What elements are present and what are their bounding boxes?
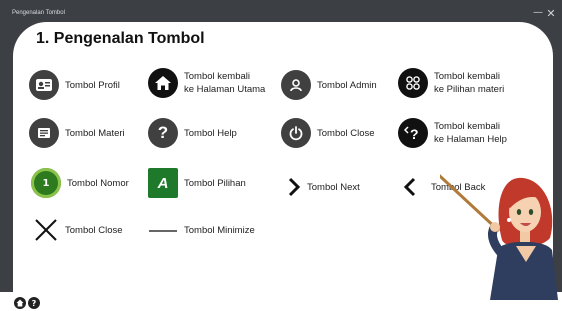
chevron-right-icon: [283, 172, 305, 202]
item-label: Tombol Materi: [65, 127, 125, 139]
page-title: 1. Pengenalan Tombol: [36, 30, 205, 47]
item-label: Tombol kembali ke Pilihan materi: [434, 71, 505, 95]
title-bar: Pengenalan Tombol — ✕: [0, 8, 562, 22]
chevron-left-icon: [399, 172, 421, 202]
admin-icon: [281, 70, 311, 100]
minimize-line-icon: [148, 225, 178, 237]
close-window-button[interactable]: ✕: [545, 8, 557, 20]
item-tombol-admin: Tombol Admin: [281, 70, 377, 100]
item-label: Tombol Admin: [317, 79, 377, 91]
item-tombol-close-power: Tombol Close: [281, 118, 375, 148]
item-label: Tombol kembali ke Halaman Utama: [184, 71, 266, 95]
item-tombol-pilihan-materi: Tombol kembali ke Pilihan materi: [398, 68, 504, 98]
teacher-illustration: [426, 150, 562, 300]
item-tombol-pilihan: A Tombol Pilihan: [148, 168, 246, 198]
bottom-nav: ?: [14, 297, 40, 309]
item-label: Tombol Nomor: [67, 177, 129, 189]
item-label: Tombol Profil: [65, 79, 120, 91]
question-icon: ?: [148, 118, 178, 148]
item-tombol-minimize: Tombol Minimize: [148, 224, 255, 237]
item-tombol-next: Tombol Next: [283, 172, 360, 202]
number-icon: 1: [31, 168, 61, 198]
item-tombol-nomor: 1 Tombol Nomor: [31, 168, 129, 198]
grid-icon: [398, 68, 428, 98]
item-tombol-profil: Tombol Profil: [29, 70, 120, 100]
item-label: Tombol Minimize: [184, 225, 255, 236]
minimize-window-button[interactable]: —: [532, 8, 544, 20]
item-tombol-materi: Tombol Materi: [29, 118, 125, 148]
item-label: Tombol Close: [65, 224, 123, 236]
close-x-icon: [33, 216, 59, 244]
item-tombol-home: Tombol kembali ke Halaman Utama: [148, 68, 265, 98]
book-icon: [29, 118, 59, 148]
item-label: Tombol kembali ke Halaman Help: [434, 121, 507, 145]
item-label: Tombol Close: [317, 127, 375, 139]
item-label: Tombol Pilihan: [184, 177, 246, 189]
home-icon[interactable]: [14, 297, 26, 309]
home-icon: [148, 68, 178, 98]
item-tombol-halaman-help: ? Tombol kembali ke Halaman Help: [398, 118, 507, 148]
help-icon[interactable]: ?: [28, 297, 40, 309]
profile-card-icon: [29, 70, 59, 100]
svg-text:?: ?: [410, 126, 419, 142]
choice-icon: A: [148, 168, 178, 198]
item-tombol-help: ? Tombol Help: [148, 118, 237, 148]
power-icon: [281, 118, 311, 148]
item-tombol-close-x: Tombol Close: [33, 216, 123, 244]
help-back-icon: ?: [398, 118, 428, 148]
window-title: Pengenalan Tombol: [12, 10, 65, 16]
item-label: Tombol Help: [184, 127, 237, 139]
item-label: Tombol Next: [307, 181, 360, 193]
